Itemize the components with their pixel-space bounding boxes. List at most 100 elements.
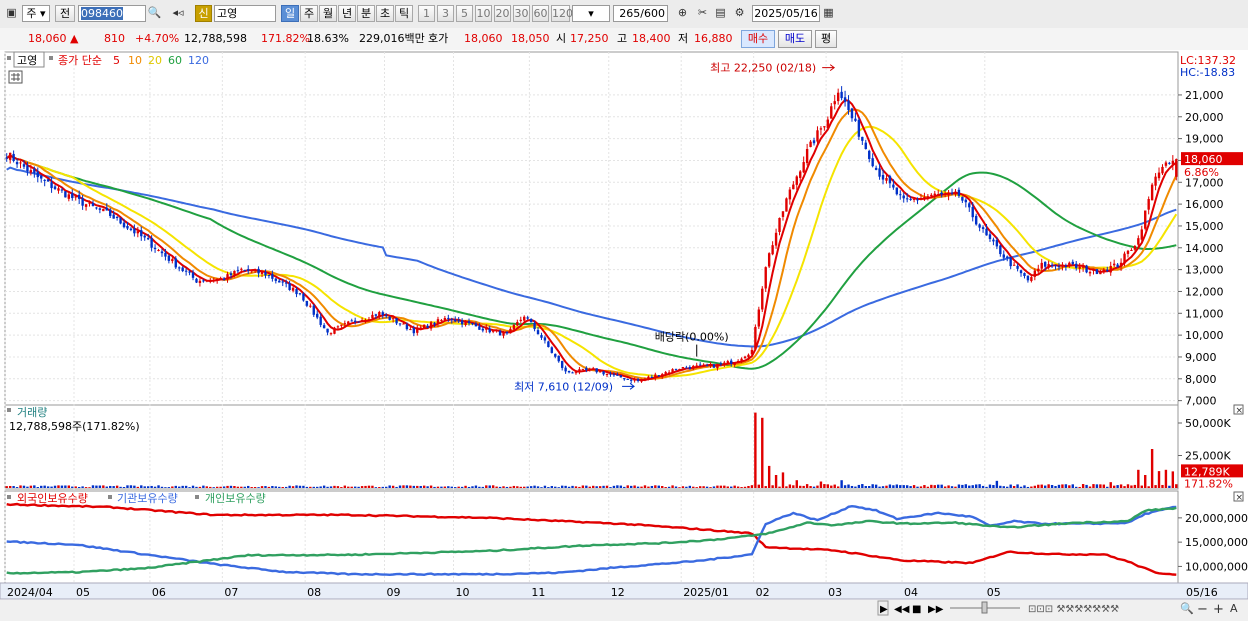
volume-bar xyxy=(833,484,836,488)
volume-bar xyxy=(191,485,195,488)
candle-body xyxy=(81,198,84,206)
volume-bar xyxy=(1099,484,1102,488)
candle-body xyxy=(12,153,15,161)
candle-body xyxy=(422,324,426,329)
font-size-icon[interactable]: A xyxy=(1230,602,1238,615)
plus-icon[interactable]: + xyxy=(1213,602,1224,617)
candle-body xyxy=(819,128,823,130)
zoom-out-icon[interactable]: 🔍 xyxy=(1180,601,1194,615)
calendar-icon[interactable]: ▦ xyxy=(820,5,837,22)
minute-5-button[interactable]: 5 xyxy=(456,5,473,22)
minute-input[interactable]: ▾ xyxy=(572,5,610,22)
main-ytick-label: 11,000 xyxy=(1185,307,1224,320)
grid-toggle-icon[interactable] xyxy=(8,70,23,84)
scissor-icon[interactable]: ✂ xyxy=(694,5,711,22)
volume-bar xyxy=(1133,484,1137,488)
volume-bar xyxy=(229,485,233,488)
candle-body xyxy=(212,280,215,282)
minute-20-button[interactable]: 20 xyxy=(494,5,511,22)
legend-ma120[interactable]: 120 xyxy=(188,54,209,67)
volume-bar xyxy=(526,486,529,488)
minus-icon[interactable]: − xyxy=(1197,602,1208,617)
count-input[interactable]: 265/600 xyxy=(613,5,668,22)
name-field[interactable]: 고영 xyxy=(214,5,276,22)
minute-120-button[interactable]: 120 xyxy=(551,5,573,22)
volume-bar xyxy=(902,485,905,488)
minute-1-button[interactable]: 1 xyxy=(418,5,435,22)
period-2-button[interactable]: 월 xyxy=(319,5,337,22)
xtick-label: 09 xyxy=(387,586,401,599)
volume-bar xyxy=(878,486,881,488)
candle-body xyxy=(1157,172,1161,179)
market-select[interactable]: 주 ▾ xyxy=(22,5,50,22)
volume-bar xyxy=(992,485,995,488)
candle-body xyxy=(202,280,205,282)
period-1-button[interactable]: 주 xyxy=(300,5,318,22)
volume-bar xyxy=(43,485,46,488)
minute-3-button[interactable]: 3 xyxy=(437,5,454,22)
period-3-button[interactable]: 년 xyxy=(338,5,356,22)
tool-icons[interactable]: ⊡⊡⊡ ⚒⚒⚒⚒⚒⚒⚒ xyxy=(1028,604,1119,615)
candle-body xyxy=(1112,263,1116,266)
legend-ma20[interactable]: 20 xyxy=(148,54,162,67)
avg-button[interactable]: 평 xyxy=(815,30,837,48)
candle-body xyxy=(1102,269,1106,273)
volume-bar xyxy=(629,485,633,488)
period-0-button[interactable]: 일 xyxy=(281,5,299,22)
buy-button[interactable]: 매수 xyxy=(741,30,775,48)
date-input[interactable]: 2025/05/16 xyxy=(752,5,820,22)
candle-body xyxy=(540,335,543,338)
candle-body xyxy=(1047,264,1050,268)
minute-10-button[interactable]: 10 xyxy=(475,5,492,22)
volume-bar xyxy=(716,485,719,488)
sell-button[interactable]: 매도 xyxy=(778,30,812,48)
stop-icon[interactable]: ■ xyxy=(912,604,921,615)
volume-bar xyxy=(167,487,171,488)
candle-body xyxy=(736,360,740,363)
period-4-button[interactable]: 분 xyxy=(357,5,375,22)
candle-body xyxy=(209,279,212,282)
gear-icon[interactable]: ⚙ xyxy=(731,5,748,22)
candle-body xyxy=(809,141,812,148)
sound-icon[interactable]: ◂◃ xyxy=(166,5,190,22)
volume-bar xyxy=(871,484,874,488)
volume-bar xyxy=(1123,486,1126,488)
candle-body xyxy=(57,188,60,191)
legend-ma10[interactable]: 10 xyxy=(128,54,142,67)
minute-30-button[interactable]: 30 xyxy=(513,5,530,22)
volume-bar xyxy=(754,412,757,488)
candle-body xyxy=(464,321,467,326)
stock-chart[interactable]: 최고 22,250 (02/18) 최저 7,610 (12/09) 배당락(0.0… xyxy=(0,50,1248,621)
search-icon[interactable]: 🔍 xyxy=(146,5,163,22)
volume-bar xyxy=(236,486,240,488)
forward-icon[interactable]: ▶▶ xyxy=(928,604,944,615)
legend-ma5[interactable]: 5 xyxy=(113,54,120,67)
volume-bar xyxy=(516,486,519,488)
minute-60-button[interactable]: 60 xyxy=(532,5,549,22)
volume-bar xyxy=(647,486,650,488)
volume-bar xyxy=(626,485,629,488)
candle-body xyxy=(623,378,626,380)
type-button[interactable]: 전 xyxy=(55,5,75,22)
legend-title: 종가 단순 xyxy=(58,54,102,67)
period-6-button[interactable]: 틱 xyxy=(395,5,413,22)
code-input[interactable]: 098460 xyxy=(78,5,146,22)
save-icon[interactable]: ▤ xyxy=(712,5,729,22)
crosshair-icon[interactable]: ⊕ xyxy=(674,5,691,22)
volume-bar xyxy=(667,486,671,488)
candle-body xyxy=(1095,269,1099,274)
candle-body xyxy=(1123,253,1126,264)
volume-bar xyxy=(1137,469,1140,488)
volume-bar xyxy=(674,486,678,488)
zoom-slider-thumb[interactable] xyxy=(981,601,988,614)
candle-body xyxy=(512,325,516,330)
candle-body xyxy=(616,374,619,376)
window-menu-icon[interactable]: ▣ xyxy=(3,5,20,22)
candle-body xyxy=(1009,256,1012,267)
rewind-icon[interactable]: ◀◀ xyxy=(894,604,910,615)
volume-bar xyxy=(388,485,391,488)
legend-ma60[interactable]: 60 xyxy=(168,54,182,67)
period-5-button[interactable]: 초 xyxy=(376,5,394,22)
xtick-label: 06 xyxy=(152,586,166,599)
candle-body xyxy=(240,268,243,270)
